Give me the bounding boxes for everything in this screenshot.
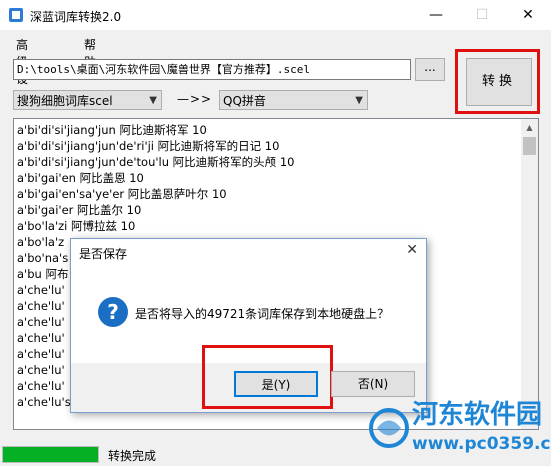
scrollbar-thumb[interactable] [523,137,536,155]
list-item: a'bi'gai'er 阿比盖尔 10 [17,203,142,217]
save-dialog: 是否保存 ✕ ? 是否将导入的49721条词库保存到本地硬盘上？ 是(Y) 否(… [70,238,427,413]
list-item: a'bi'di'si'jiang'jun 阿比迪斯将军 10 [17,123,207,137]
target-format-value: QQ拼音 [223,94,266,108]
convert-button[interactable]: 转换 [466,58,532,106]
svg-text:?: ? [107,300,119,324]
conversion-arrow: —>> [177,92,213,106]
status-text: 转换完成 [108,449,157,463]
watermark-logo: 河东软件园 www.pc0359.cn [369,399,551,454]
app-icon [9,8,23,22]
watermark-url: www.pc0359.cn [412,434,551,454]
title-bar: 深蓝词库转换2.0 — ☐ ✕ [0,0,551,30]
close-button[interactable]: ✕ [505,0,551,30]
dialog-close-icon[interactable]: ✕ [406,242,418,258]
scroll-up-icon[interactable]: ▲ [521,119,538,136]
dialog-message: 是否将导入的49721条词库保存到本地硬盘上？ [135,307,390,321]
source-format-value: 搜狗细胞词库scel [17,94,113,108]
maximize-button[interactable]: ☐ [459,0,505,30]
window-title: 深蓝词库转换2.0 [30,10,122,24]
list-item: a'bi'gai'en'sa'ye'er 阿比盖恩萨叶尔 10 [17,187,227,201]
list-item: a'bo'la'zi 阿博拉兹 10 [17,219,136,233]
vertical-scrollbar[interactable]: ▲ [521,119,538,429]
list-item: a'bi'di'si'jiang'jun'de'tou'lu 阿比迪斯将军的头颅… [17,155,295,169]
minimize-button[interactable]: — [413,0,459,30]
file-path-input[interactable]: D:\tools\桌面\河东软件园\魔兽世界【官方推荐】.scel [13,59,411,80]
question-icon: ? [98,297,128,327]
yes-button[interactable]: 是(Y) [234,371,318,397]
progress-fill [3,447,98,462]
chevron-down-icon: ▼ [355,95,363,106]
progress-bar [2,446,99,463]
dialog-title: 是否保存 [79,247,128,261]
list-item: a'bi'di'si'jiang'jun'de'ri'ji 阿比迪斯将军的日记 … [17,139,280,153]
chevron-down-icon: ▼ [149,95,157,106]
watermark-title: 河东软件园 [412,399,542,430]
source-format-select[interactable]: 搜狗细胞词库scel ▼ [13,90,162,110]
dialog-title-bar: 是否保存 ✕ [71,239,426,265]
browse-button[interactable]: ... [415,58,445,81]
target-format-select[interactable]: QQ拼音 ▼ [219,90,368,110]
list-item: a'bi'gai'en 阿比盖恩 10 [17,171,144,185]
